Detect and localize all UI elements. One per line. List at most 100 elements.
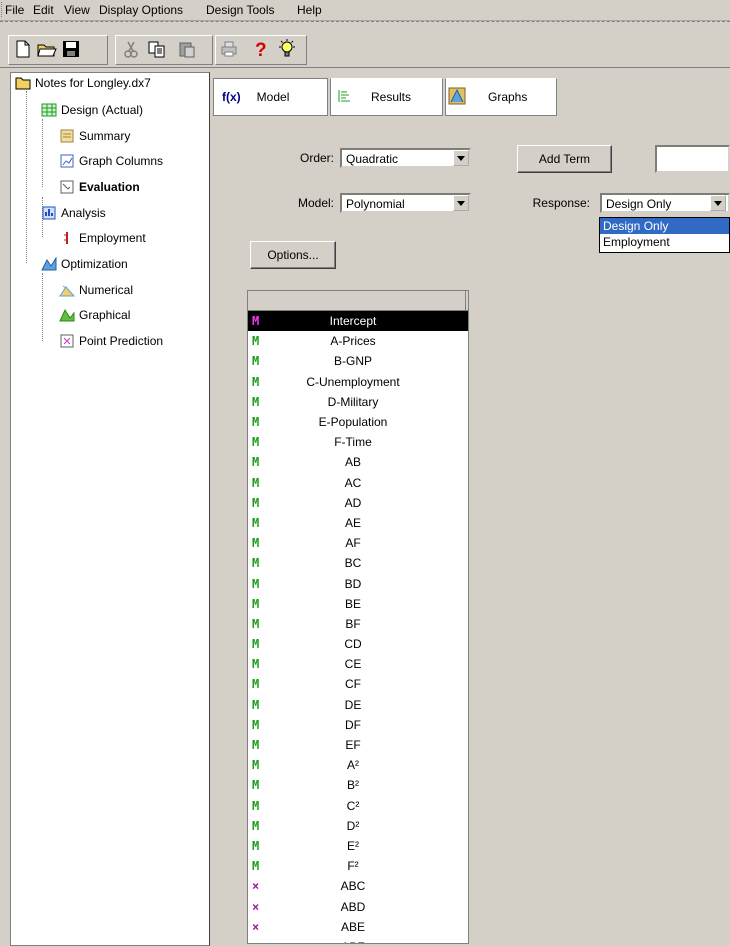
term-row[interactable]: M BE [248,594,468,614]
term-row[interactable]: ×ABF [248,937,468,943]
model-term-marker-icon[interactable]: M [252,637,268,651]
term-row[interactable]: M Intercept [248,311,468,332]
model-term-marker-icon[interactable]: M [252,839,268,853]
excluded-term-marker-icon[interactable]: × [252,900,268,914]
model-term-marker-icon[interactable]: M [252,496,268,510]
term-row[interactable]: M AC [248,473,468,493]
model-term-marker-icon[interactable]: M [252,738,268,752]
model-term-marker-icon[interactable]: M [252,375,268,389]
chevron-down-icon[interactable] [453,195,469,211]
response-option[interactable]: Design Only [600,218,729,234]
add-term-button[interactable]: Add Term [517,145,612,173]
tree-item-point-prediction[interactable]: Point Prediction [59,333,163,349]
tree-item-optimization[interactable]: Optimization [41,256,128,272]
model-term-marker-icon[interactable]: M [252,435,268,449]
term-row[interactable]: M AE [248,513,468,533]
term-row[interactable]: M D-Military [248,392,468,412]
term-row[interactable]: M CF [248,674,468,694]
term-row[interactable]: × ABE [248,917,468,937]
model-term-marker-icon[interactable]: M [252,677,268,691]
term-row[interactable]: M F-Time [248,432,468,452]
model-term-marker-icon[interactable]: M [252,698,268,712]
tree-item-analysis[interactable]: Analysis [41,205,106,221]
model-term-marker-icon[interactable]: M [252,577,268,591]
tree-item-graph-columns[interactable]: Graph Columns [59,153,163,169]
term-row[interactable]: M CE [248,654,468,674]
term-row[interactable]: M C² [248,796,468,816]
term-row[interactable]: M B² [248,775,468,795]
menu-view[interactable]: View [64,3,90,17]
cut-scissors-icon[interactable] [120,39,142,59]
model-term-marker-icon[interactable]: M [252,415,268,429]
term-row[interactable]: M CD [248,634,468,654]
model-term-marker-icon[interactable]: M [252,395,268,409]
tree-item-design-actual[interactable]: Design (Actual) [41,102,143,118]
tab-graphs[interactable]: Graphs [445,78,557,116]
model-term-marker-icon[interactable]: M [252,597,268,611]
response-option[interactable]: Employment [600,234,729,250]
model-term-marker-icon[interactable]: M [252,799,268,813]
excluded-term-marker-icon[interactable]: × [252,879,268,893]
paste-icon[interactable] [176,39,198,59]
term-row[interactable]: M DE [248,695,468,715]
model-term-marker-icon[interactable]: M [252,758,268,772]
menu-file[interactable]: File [5,3,24,17]
model-select[interactable]: Polynomial [340,193,471,213]
model-term-marker-icon[interactable]: M [252,354,268,368]
term-row[interactable]: M BD [248,573,468,593]
excluded-term-marker-icon[interactable]: × [252,940,268,943]
excluded-term-marker-icon[interactable]: × [252,920,268,934]
term-row[interactable]: M C-Unemployment [248,372,468,392]
tab-model[interactable]: f(x) Model [213,78,328,116]
model-term-marker-icon[interactable]: M [252,556,268,570]
open-folder-icon[interactable] [36,39,58,59]
response-select[interactable]: Design Only [600,193,730,213]
term-row[interactable]: M EF [248,735,468,755]
model-term-marker-icon[interactable]: M [252,455,268,469]
help-question-icon[interactable]: ? [250,39,272,59]
tab-results[interactable]: Results [330,78,443,116]
order-select[interactable]: Quadratic [340,148,471,168]
model-term-marker-icon[interactable]: M [252,476,268,490]
term-row[interactable]: M A-Prices [248,331,468,351]
new-file-icon[interactable] [12,39,34,59]
model-term-marker-icon[interactable]: M [252,516,268,530]
term-row[interactable]: M AF [248,533,468,553]
chevron-down-icon[interactable] [453,150,469,166]
model-term-marker-icon[interactable]: M [252,718,268,732]
model-term-marker-icon[interactable]: M [252,314,268,328]
options-button[interactable]: Options... [250,241,336,269]
term-row[interactable]: M AD [248,493,468,513]
model-term-marker-icon[interactable]: M [252,617,268,631]
menu-design-tools[interactable]: Design Tools [206,3,274,17]
tree-root[interactable]: Notes for Longley.dx7 [15,75,151,91]
model-term-marker-icon[interactable]: M [252,859,268,873]
save-disk-icon[interactable] [60,39,82,59]
tree-item-evaluation[interactable]: Evaluation [59,179,140,195]
tree-item-numerical[interactable]: Numerical [59,282,133,298]
model-term-marker-icon[interactable]: M [252,819,268,833]
term-row[interactable]: × ABD [248,896,468,916]
term-row[interactable]: M F² [248,856,468,876]
menu-edit[interactable]: Edit [33,3,54,17]
model-term-marker-icon[interactable]: M [252,334,268,348]
model-term-marker-icon[interactable]: M [252,778,268,792]
tree-item-summary[interactable]: Summary [59,128,130,144]
term-row[interactable]: M DF [248,715,468,735]
tree-item-graphical[interactable]: Graphical [59,307,130,323]
add-term-input[interactable] [655,145,730,173]
term-row[interactable]: M A² [248,755,468,775]
term-row[interactable]: M B-GNP [248,351,468,371]
term-row[interactable]: M AB [248,452,468,472]
term-row[interactable]: M BF [248,614,468,634]
model-term-marker-icon[interactable]: M [252,536,268,550]
tree-item-employment[interactable]: Employment [59,230,146,246]
tip-lightbulb-icon[interactable] [276,39,298,59]
print-icon[interactable] [218,39,240,59]
term-row[interactable]: M BC [248,553,468,573]
term-row[interactable]: M D² [248,816,468,836]
chevron-down-icon[interactable] [710,195,726,211]
menu-display-options[interactable]: Display Options [99,3,183,17]
model-term-marker-icon[interactable]: M [252,657,268,671]
term-row[interactable]: × ABC [248,876,468,896]
